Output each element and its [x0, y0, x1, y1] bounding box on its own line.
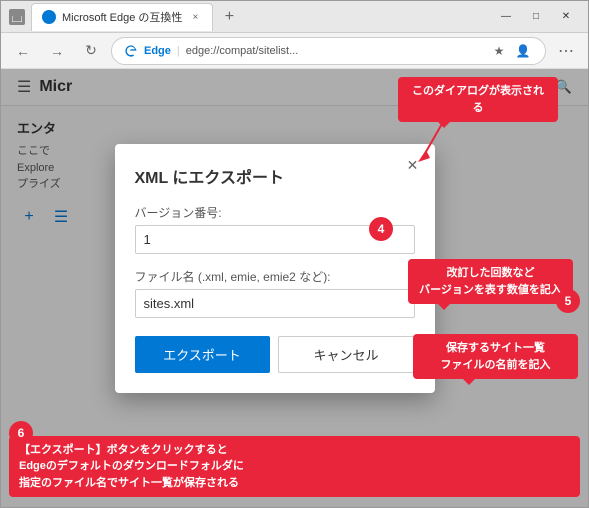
callout-filename: 保存するサイト一覧ファイルの名前を記入	[413, 334, 578, 379]
reload-btn[interactable]: ↻	[77, 37, 105, 65]
edge-address-label: Edge	[144, 45, 171, 57]
arrow-top-icon	[418, 122, 448, 162]
tab-title: Microsoft Edge の互換性	[62, 9, 182, 25]
callout-bottom-text: 【エクスポート】ボタンをクリックするとEdgeのデフォルトのダウンロードフォルダ…	[19, 444, 244, 489]
tab-bar: Microsoft Edge の互換性 × +	[31, 3, 486, 31]
cancel-btn[interactable]: キャンセル	[278, 336, 415, 373]
minimize-btn[interactable]: —	[492, 7, 520, 27]
step-5-circle: 5	[556, 289, 580, 313]
window-controls: — □ ✕	[492, 7, 580, 27]
browser-window: Microsoft Edge の互換性 × + — □ ✕ ← → ↻ Edge…	[0, 0, 589, 508]
tab-favicon	[42, 10, 56, 24]
url-text: edge://compat/sitelist...	[186, 45, 483, 57]
tab-close-btn[interactable]: ×	[188, 10, 202, 24]
export-dialog: XML にエクスポート ✕ バージョン番号: ファイル名 (.xml, emie…	[115, 144, 435, 393]
address-field[interactable]: Edge | edge://compat/sitelist... ★ 👤	[111, 37, 546, 65]
export-btn[interactable]: エクスポート	[135, 336, 270, 373]
edge-logo-icon	[124, 44, 138, 58]
callout-top: このダイアログが表示される	[398, 77, 558, 122]
page-content: ☰ Micr 🔍 エンタ ここで Explore プライズ + ☰ XML にエ…	[1, 69, 588, 507]
address-bar: ← → ↻ Edge | edge://compat/sitelist... ★…	[1, 33, 588, 69]
title-bar: Microsoft Edge の互換性 × + — □ ✕	[1, 1, 588, 33]
callout-bottom: 【エクスポート】ボタンをクリックするとEdgeのデフォルトのダウンロードフォルダ…	[9, 436, 580, 498]
dialog-buttons: エクスポート キャンセル	[135, 336, 415, 373]
new-tab-btn[interactable]: +	[217, 5, 241, 29]
back-btn[interactable]: ←	[9, 37, 37, 65]
step-4-circle: 4	[369, 217, 393, 241]
filename-label: ファイル名 (.xml, emie, emie2 など):	[135, 268, 415, 285]
more-options-btn[interactable]: ⋯	[552, 37, 580, 65]
step-6-circle: 6	[9, 421, 33, 445]
profile-icon[interactable]: 👤	[513, 41, 533, 61]
address-icons: ★ 👤	[489, 41, 533, 61]
close-btn[interactable]: ✕	[552, 7, 580, 27]
maximize-btn[interactable]: □	[522, 7, 550, 27]
version-label: バージョン番号:	[135, 204, 415, 221]
forward-btn[interactable]: →	[43, 37, 71, 65]
favorites-icon[interactable]: ★	[489, 41, 509, 61]
callout-version: 改訂した回数などバージョンを表す数値を記入	[408, 259, 573, 304]
dialog-title: XML にエクスポート	[135, 164, 415, 188]
callout-filename-text: 保存するサイト一覧ファイルの名前を記入	[441, 342, 551, 371]
active-tab[interactable]: Microsoft Edge の互換性 ×	[31, 3, 213, 31]
window-icon	[9, 9, 25, 25]
callout-version-text: 改訂した回数などバージョンを表す数値を記入	[419, 267, 562, 296]
filename-input[interactable]	[135, 289, 415, 318]
